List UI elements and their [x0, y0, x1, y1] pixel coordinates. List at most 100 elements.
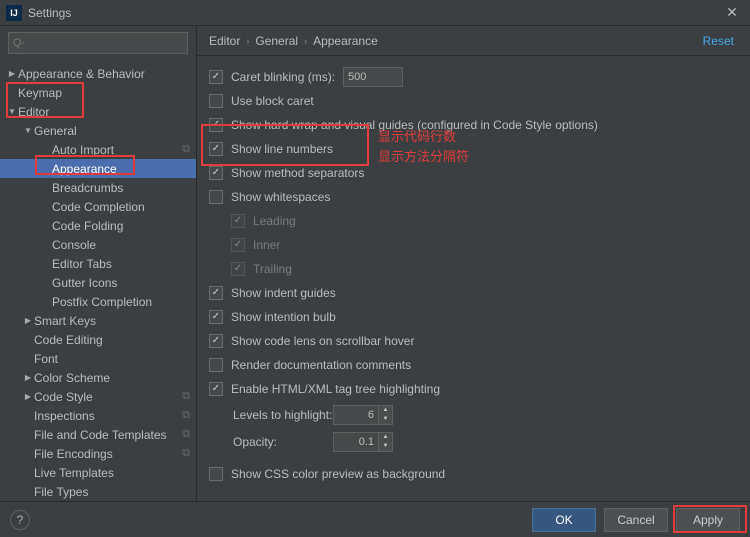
project-scope-icon: ⧉ — [182, 390, 190, 403]
project-scope-icon: ⧉ — [182, 447, 190, 460]
breadcrumb-editor[interactable]: Editor — [209, 34, 240, 48]
collapsed-icon: ▶ — [22, 373, 34, 382]
tree-item[interactable]: Inspections⧉ — [0, 406, 196, 425]
tree-item[interactable]: Appearance — [0, 159, 196, 178]
css-preview-checkbox[interactable] — [209, 467, 223, 481]
caret-blinking-checkbox[interactable] — [209, 70, 223, 84]
breadcrumb: Editor › General › Appearance Reset — [197, 26, 750, 56]
opacity-stepper[interactable] — [333, 432, 379, 452]
tree-item-label: File Encodings — [34, 447, 182, 461]
method-separators-checkbox[interactable] — [209, 166, 223, 180]
tree-item[interactable]: Console — [0, 235, 196, 254]
caret-blinking-input[interactable] — [343, 67, 403, 87]
tree-item-label: Code Editing — [34, 333, 190, 347]
levels-stepper[interactable] — [333, 405, 379, 425]
window-title: Settings — [28, 6, 720, 20]
tree-item-label: Editor Tabs — [52, 257, 190, 271]
tree-item-label: Code Completion — [52, 200, 190, 214]
collapsed-icon: ▶ — [22, 392, 34, 401]
tree-item-label: Postfix Completion — [52, 295, 190, 309]
intention-bulb-label: Show intention bulb — [231, 310, 336, 324]
main-panel: Editor › General › Appearance Reset Care… — [197, 26, 750, 501]
search-input[interactable] — [8, 32, 188, 54]
trailing-checkbox — [231, 262, 245, 276]
collapsed-icon: ▶ — [6, 69, 18, 78]
levels-step-buttons[interactable]: ▲▼ — [379, 405, 393, 425]
indent-guides-checkbox[interactable] — [209, 286, 223, 300]
tree-item[interactable]: Keymap — [0, 83, 196, 102]
expanded-icon: ▼ — [6, 107, 18, 116]
tree-item-label: Console — [52, 238, 190, 252]
caret-blinking-label: Caret blinking (ms): — [231, 70, 335, 84]
tree-item-label: Keymap — [18, 86, 190, 100]
tree-item[interactable]: File Types — [0, 482, 196, 501]
tag-tree-label: Enable HTML/XML tag tree highlighting — [231, 382, 440, 396]
opacity-step-buttons[interactable]: ▲▼ — [379, 432, 393, 452]
line-numbers-checkbox[interactable] — [209, 142, 223, 156]
tree-item[interactable]: Code Completion — [0, 197, 196, 216]
reset-link[interactable]: Reset — [703, 34, 734, 48]
tree-item-label: Live Templates — [34, 466, 190, 480]
tag-tree-checkbox[interactable] — [209, 382, 223, 396]
breadcrumb-appearance: Appearance — [313, 34, 378, 48]
intention-bulb-checkbox[interactable] — [209, 310, 223, 324]
tree-item[interactable]: Auto Import⧉ — [0, 140, 196, 159]
tree-item[interactable]: Font — [0, 349, 196, 368]
tree-item-label: General — [34, 124, 190, 138]
chevron-right-icon: › — [246, 36, 249, 46]
tree-item-label: Font — [34, 352, 190, 366]
cancel-button[interactable]: Cancel — [604, 508, 668, 532]
close-icon[interactable]: ✕ — [720, 4, 744, 21]
tree-item[interactable]: File and Code Templates⧉ — [0, 425, 196, 444]
tree-item-label: File Types — [34, 485, 190, 499]
levels-label: Levels to highlight: — [233, 408, 333, 422]
collapsed-icon: ▶ — [22, 316, 34, 325]
tree-item[interactable]: ▶Appearance & Behavior — [0, 64, 196, 83]
whitespaces-checkbox[interactable] — [209, 190, 223, 204]
tree-item[interactable]: ▼Editor — [0, 102, 196, 121]
tree-item[interactable]: Live Templates — [0, 463, 196, 482]
tree-item[interactable]: ▶Code Style⧉ — [0, 387, 196, 406]
tree-item-label: Appearance — [52, 162, 190, 176]
chevron-right-icon: › — [304, 36, 307, 46]
tree-item[interactable]: ▶Smart Keys — [0, 311, 196, 330]
app-icon: IJ — [6, 5, 22, 21]
help-icon[interactable]: ? — [10, 510, 30, 530]
css-preview-label: Show CSS color preview as background — [231, 467, 445, 481]
inner-checkbox — [231, 238, 245, 252]
tree-item[interactable]: Postfix Completion — [0, 292, 196, 311]
opacity-label: Opacity: — [233, 435, 333, 449]
project-scope-icon: ⧉ — [182, 143, 190, 156]
dialog-footer: ? OK Cancel Apply — [0, 501, 750, 537]
tree-item[interactable]: File Encodings⧉ — [0, 444, 196, 463]
tree-item[interactable]: Editor Tabs — [0, 254, 196, 273]
leading-checkbox — [231, 214, 245, 228]
tree-item-label: Gutter Icons — [52, 276, 190, 290]
title-bar: IJ Settings ✕ — [0, 0, 750, 26]
tree-item[interactable]: Code Editing — [0, 330, 196, 349]
sidebar: ▶Appearance & BehaviorKeymap▼Editor▼Gene… — [0, 26, 197, 501]
tree-item-label: Inspections — [34, 409, 182, 423]
tree-item-label: Color Scheme — [34, 371, 190, 385]
apply-button[interactable]: Apply — [676, 508, 740, 532]
project-scope-icon: ⧉ — [182, 428, 190, 441]
hard-wrap-checkbox[interactable] — [209, 118, 223, 132]
block-caret-checkbox[interactable] — [209, 94, 223, 108]
tree-item[interactable]: ▼General — [0, 121, 196, 140]
trailing-label: Trailing — [253, 262, 292, 276]
project-scope-icon: ⧉ — [182, 409, 190, 422]
tree-item-label: Code Folding — [52, 219, 190, 233]
ok-button[interactable]: OK — [532, 508, 596, 532]
code-lens-label: Show code lens on scrollbar hover — [231, 334, 414, 348]
breadcrumb-general[interactable]: General — [255, 34, 298, 48]
tree-item[interactable]: Gutter Icons — [0, 273, 196, 292]
tree-item-label: Editor — [18, 105, 190, 119]
doc-comments-label: Render documentation comments — [231, 358, 411, 372]
tree-item[interactable]: Code Folding — [0, 216, 196, 235]
doc-comments-checkbox[interactable] — [209, 358, 223, 372]
code-lens-checkbox[interactable] — [209, 334, 223, 348]
tree-item[interactable]: Breadcrumbs — [0, 178, 196, 197]
block-caret-label: Use block caret — [231, 94, 314, 108]
tree-item[interactable]: ▶Color Scheme — [0, 368, 196, 387]
settings-tree: ▶Appearance & BehaviorKeymap▼Editor▼Gene… — [0, 60, 196, 501]
